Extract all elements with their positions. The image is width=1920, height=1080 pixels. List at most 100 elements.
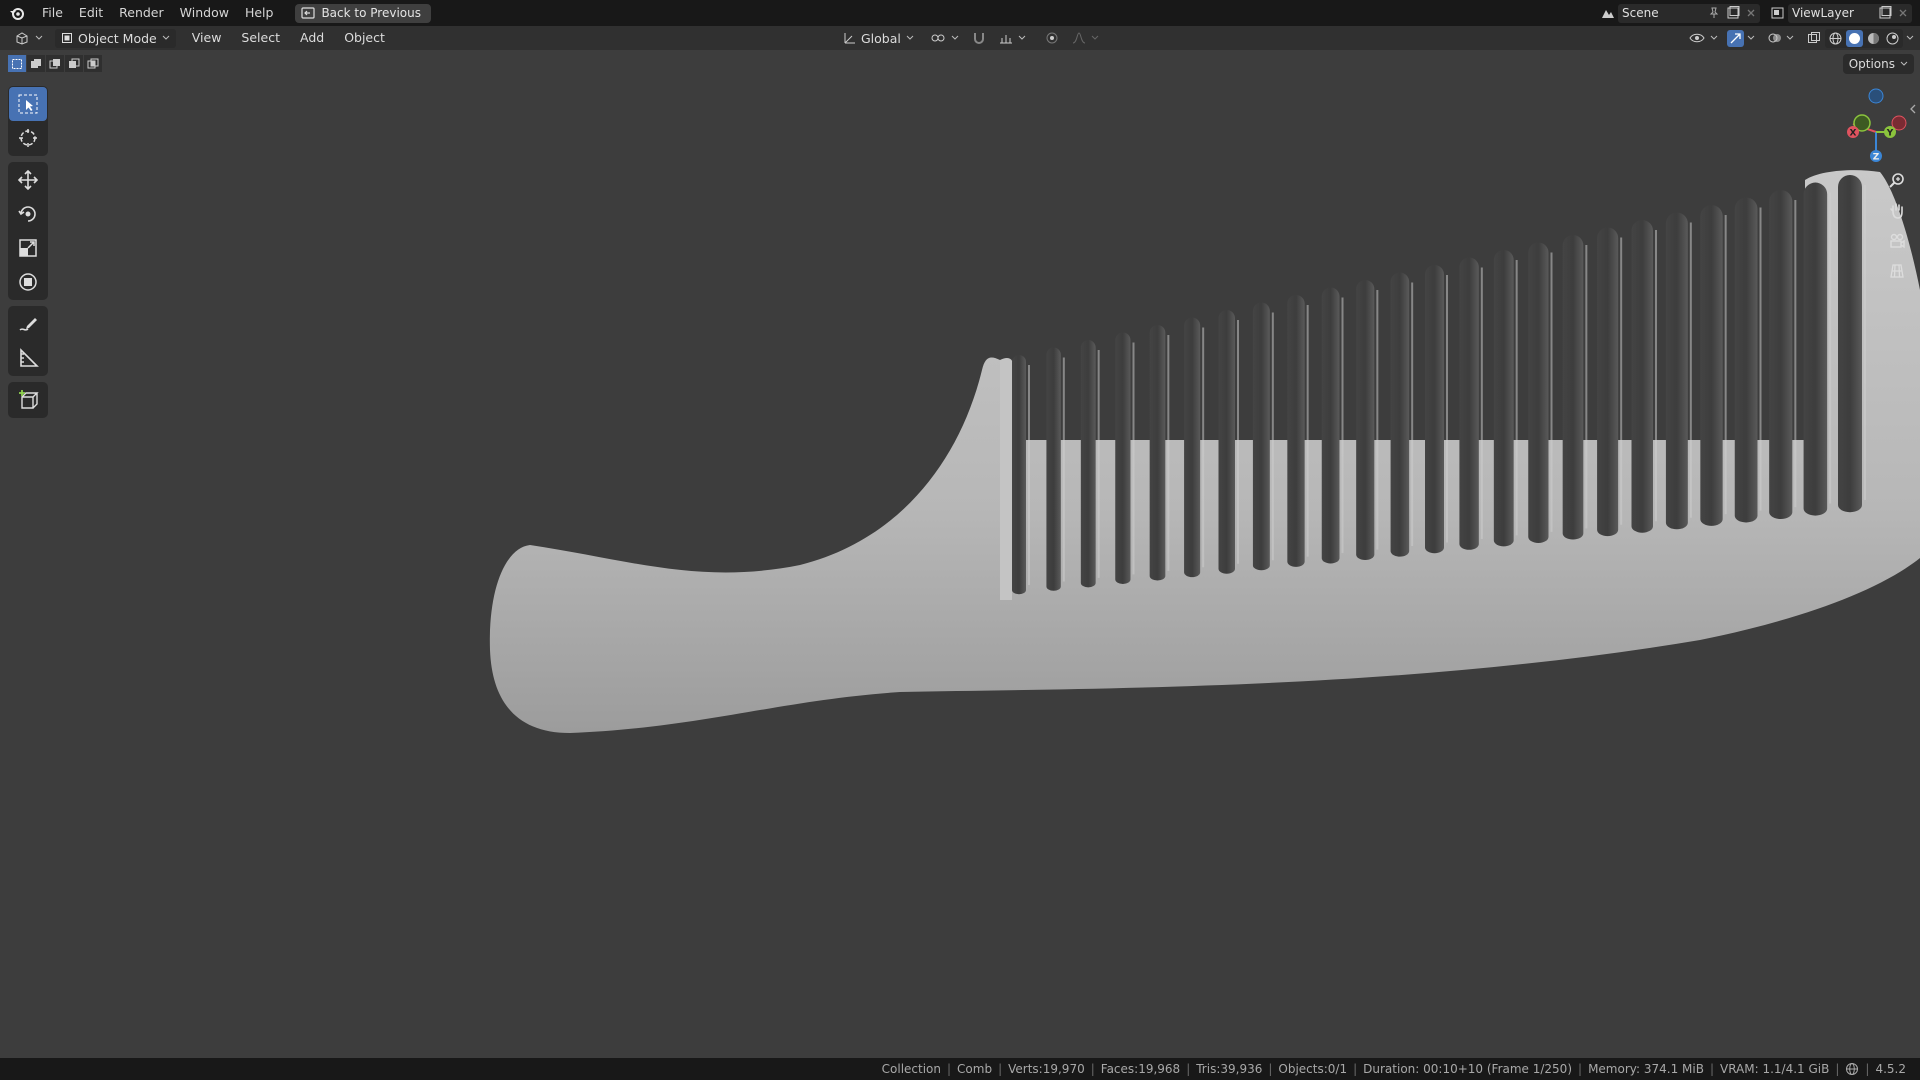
menu-view[interactable]: View	[182, 26, 232, 50]
move-icon	[17, 169, 39, 191]
snap-toggle[interactable]	[969, 29, 989, 48]
separator: |	[1186, 1062, 1191, 1076]
snap-target-dropdown[interactable]	[993, 29, 1032, 48]
view-layer-selector[interactable]: ViewLayer	[1788, 3, 1912, 23]
add-cube-icon	[19, 390, 39, 409]
separator: |	[947, 1062, 952, 1076]
chevron-down-icon[interactable]	[1747, 35, 1755, 41]
falloff-dropdown[interactable]	[1066, 29, 1105, 48]
menu-object[interactable]: Object	[334, 26, 395, 50]
chevron-down-icon	[1091, 35, 1099, 40]
hand-icon	[1890, 203, 1903, 219]
rotate-tool[interactable]	[9, 197, 47, 231]
comb-tooth-gap	[1734, 197, 1758, 523]
menu-file[interactable]: File	[34, 0, 71, 26]
menu-edit[interactable]: Edit	[71, 0, 111, 26]
delete-view-layer-icon[interactable]	[1898, 8, 1908, 18]
cursor-tool[interactable]	[9, 121, 47, 155]
tool-group-select	[8, 86, 48, 156]
material-shading-button[interactable]	[1865, 30, 1882, 47]
separator: |	[1090, 1062, 1095, 1076]
rendered-sphere-icon	[1886, 32, 1899, 44]
gizmo-toggle[interactable]	[1727, 29, 1744, 47]
status-vram: VRAM: 1.1/4.1 GiB	[1719, 1062, 1830, 1076]
new-scene-icon[interactable]	[1726, 6, 1740, 20]
chevron-down-icon[interactable]	[1906, 35, 1914, 41]
cursor-icon	[19, 129, 37, 147]
select-extend-button[interactable]	[27, 55, 45, 72]
back-icon	[301, 7, 316, 19]
zoom-view-button[interactable]	[1884, 168, 1910, 194]
separator: |	[1865, 1062, 1870, 1076]
new-view-layer-icon[interactable]	[1878, 6, 1892, 20]
comb-tooth-gap	[1803, 182, 1828, 516]
back-to-previous-label: Back to Previous	[321, 6, 421, 20]
select-new-button[interactable]	[8, 55, 26, 72]
annotate-tool[interactable]	[9, 307, 47, 341]
comb-tooth-gap	[1528, 242, 1549, 543]
overlays-toggle[interactable]	[1766, 30, 1783, 47]
selection-mode-buttons	[8, 55, 102, 72]
separator: |	[998, 1062, 1003, 1076]
camera-view-button[interactable]	[1884, 228, 1910, 254]
select-subtract-button[interactable]	[46, 55, 64, 72]
select-box-icon	[18, 94, 38, 114]
separator: |	[1268, 1062, 1273, 1076]
xray-icon	[1807, 32, 1820, 43]
back-to-previous-button[interactable]: Back to Previous	[295, 3, 431, 23]
navigation-gizmo[interactable]: X Y Z	[1830, 82, 1910, 172]
menu-window[interactable]: Window	[172, 0, 237, 26]
visibility-dropdown[interactable]	[1683, 29, 1724, 48]
chevron-down-icon[interactable]	[1786, 35, 1794, 41]
transform-icon	[19, 273, 37, 291]
menu-select[interactable]: Select	[231, 26, 290, 50]
camera-icon	[1890, 233, 1905, 249]
orientation-icon	[844, 33, 855, 44]
transform-tool[interactable]	[9, 265, 47, 299]
status-object: Comb	[957, 1062, 993, 1076]
menu-render[interactable]: Render	[111, 0, 172, 26]
transform-orientation-dropdown[interactable]: Global	[836, 29, 920, 48]
separator: |	[1709, 1062, 1714, 1076]
pan-view-button[interactable]	[1884, 198, 1910, 224]
comb-object[interactable]	[0, 0, 1920, 1080]
gizmo-y-label: Y	[1886, 129, 1894, 139]
gizmo-z-positive[interactable]	[1868, 88, 1884, 104]
tool-group-transform	[8, 162, 48, 300]
select-intersect-button[interactable]	[84, 55, 102, 72]
view-layer-browse-icon[interactable]	[1768, 4, 1788, 23]
xray-toggle[interactable]	[1805, 30, 1822, 47]
chevron-down-icon	[1710, 35, 1718, 40]
comb-tooth-gap	[1218, 310, 1235, 574]
menu-help[interactable]: Help	[237, 0, 282, 26]
toggle-perspective-button[interactable]	[1884, 258, 1910, 284]
editor-type-dropdown[interactable]	[8, 29, 49, 48]
wireframe-shading-button[interactable]	[1827, 30, 1844, 47]
measure-tool[interactable]	[9, 341, 47, 375]
chevron-down-icon	[951, 35, 959, 40]
add-cube-tool[interactable]	[9, 383, 47, 417]
comb-tooth-gap	[1184, 317, 1201, 578]
pivot-point-dropdown[interactable]	[924, 29, 965, 48]
select-box-tool[interactable]	[9, 87, 47, 121]
menu-add[interactable]: Add	[290, 26, 334, 50]
scene-browse-icon[interactable]	[1598, 4, 1618, 23]
pin-icon[interactable]	[1708, 7, 1720, 19]
options-dropdown[interactable]: Options	[1842, 54, 1914, 74]
network-globe-icon[interactable]	[1845, 1062, 1859, 1076]
scene-selector[interactable]: Scene	[1618, 3, 1760, 23]
proportional-editing-toggle[interactable]	[1042, 29, 1062, 48]
solid-shading-button[interactable]	[1846, 29, 1863, 47]
move-tool[interactable]	[9, 163, 47, 197]
blender-logo-icon[interactable]	[0, 0, 34, 26]
select-invert-button[interactable]	[65, 55, 83, 72]
rendered-shading-button[interactable]	[1884, 30, 1901, 47]
snap-increment-icon	[999, 35, 1012, 44]
mode-dropdown[interactable]: Object Mode	[55, 28, 176, 48]
delete-scene-icon[interactable]	[1746, 8, 1756, 18]
scale-tool[interactable]	[9, 231, 47, 265]
comb-tooth-gap	[1287, 295, 1305, 567]
sidebar-collapse-arrow-icon[interactable]	[1909, 104, 1917, 114]
comb-tooth-gap	[1390, 272, 1410, 557]
comb-tooth-gap	[1631, 220, 1653, 533]
